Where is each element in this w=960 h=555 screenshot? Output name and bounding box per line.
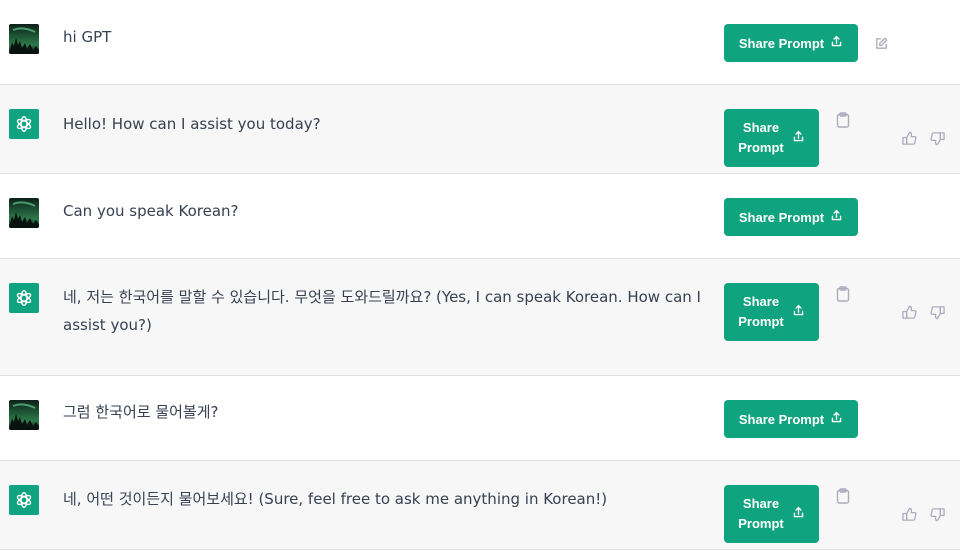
- user-avatar-icon: [9, 400, 39, 430]
- clipboard-icon[interactable]: [835, 286, 851, 302]
- share-icon: [792, 130, 805, 146]
- openai-logo-icon: [9, 109, 39, 139]
- share-icon: [792, 304, 805, 320]
- thumbs-up-icon[interactable]: [901, 304, 917, 320]
- message-row-assistant: Hello! How can I assist you today? Share…: [0, 85, 960, 174]
- share-prompt-button[interactable]: Share Prompt: [724, 400, 858, 438]
- share-prompt-button[interactable]: Share Prompt: [724, 24, 858, 62]
- message-row-user: 그럼 한국어로 물어볼게? Share Prompt: [0, 376, 960, 461]
- message-text: Can you speak Korean?: [63, 202, 239, 220]
- thumbs-down-icon[interactable]: [929, 304, 945, 320]
- thumbs-up-icon[interactable]: [901, 130, 917, 146]
- clipboard-icon[interactable]: [835, 112, 851, 128]
- share-prompt-button[interactable]: Share Prompt: [724, 283, 819, 341]
- thumbs-up-icon[interactable]: [901, 506, 917, 522]
- share-prompt-label: Share Prompt: [738, 120, 784, 155]
- share-icon: [830, 209, 843, 225]
- share-prompt-button[interactable]: Share Prompt: [724, 109, 819, 167]
- share-prompt-label: Share Prompt: [738, 35, 825, 51]
- share-prompt-label: Share Prompt: [738, 411, 825, 427]
- edit-icon[interactable]: [873, 35, 889, 51]
- message-text: Hello! How can I assist you today?: [63, 115, 321, 133]
- message-row-assistant: 네, 저는 한국어를 말할 수 있습니다. 무엇을 도와드릴까요? (Yes, …: [0, 259, 960, 376]
- user-avatar-icon: [9, 198, 39, 228]
- share-prompt-label: Share Prompt: [738, 496, 784, 531]
- message-row-user: Can you speak Korean? Share Prompt: [0, 174, 960, 259]
- share-prompt-label: Share Prompt: [738, 209, 825, 225]
- share-icon: [830, 35, 843, 51]
- thumbs-down-icon[interactable]: [929, 506, 945, 522]
- thumbs-down-icon[interactable]: [929, 130, 945, 146]
- share-icon: [830, 411, 843, 427]
- openai-logo-icon: [9, 485, 39, 515]
- share-prompt-label: Share Prompt: [738, 294, 784, 329]
- message-text: 그럼 한국어로 물어볼게?: [63, 403, 219, 421]
- share-prompt-button[interactable]: Share Prompt: [724, 485, 819, 543]
- message-row-user: hi GPT Share Prompt: [0, 0, 960, 85]
- message-row-assistant: 네, 어떤 것이든지 물어보세요! (Sure, feel free to as…: [0, 461, 960, 550]
- user-avatar-icon: [9, 24, 39, 54]
- message-text: hi GPT: [63, 28, 112, 46]
- share-prompt-button[interactable]: Share Prompt: [724, 198, 858, 236]
- clipboard-icon[interactable]: [835, 488, 851, 504]
- message-text: 네, 저는 한국어를 말할 수 있습니다. 무엇을 도와드릴까요? (Yes, …: [63, 288, 701, 334]
- openai-logo-icon: [9, 283, 39, 313]
- message-text: 네, 어떤 것이든지 물어보세요! (Sure, feel free to as…: [63, 490, 608, 508]
- share-icon: [792, 506, 805, 522]
